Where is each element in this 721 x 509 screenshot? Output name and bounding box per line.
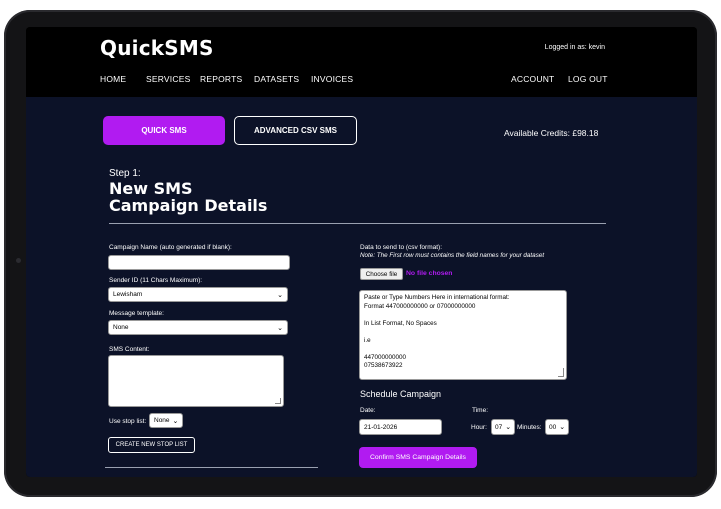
page-title: New SMS Campaign Details <box>109 180 267 214</box>
divider <box>109 223 606 224</box>
confirm-campaign-button[interactable]: Confirm SMS Campaign Details <box>359 447 477 468</box>
campaign-name-input[interactable] <box>108 255 290 270</box>
message-template-value: None <box>113 324 129 331</box>
schedule-campaign-title: Schedule Campaign <box>360 389 442 399</box>
message-template-label: Message template: <box>109 310 164 317</box>
page-title-line2: Campaign Details <box>109 196 268 215</box>
step-label: Step 1: <box>109 168 141 179</box>
numbers-line: Paste or Type Numbers Here in internatio… <box>364 294 510 301</box>
chevron-down-icon: ⌄ <box>172 417 179 425</box>
numbers-line: i.e <box>364 336 371 344</box>
date-label: Date: <box>360 407 376 414</box>
quicksms-logo[interactable]: QuickSMS <box>100 36 214 60</box>
resize-handle-icon[interactable] <box>275 398 281 404</box>
chevron-down-icon: ⌄ <box>277 291 283 299</box>
stop-list-label: Use stop list: <box>109 418 147 425</box>
numbers-line: Format 447000000000 or 07000000000 <box>364 302 476 310</box>
sender-id-value: Lewisham <box>113 291 143 298</box>
site-header: QuickSMS Logged in as: kevin HOME SERVIC… <box>26 27 697 97</box>
no-file-chosen: No file chosen <box>406 270 453 277</box>
campaign-name-label: Campaign Name (auto generated if blank): <box>109 244 232 251</box>
camera-dot <box>16 258 21 263</box>
app-screen: QuickSMS Logged in as: kevin HOME SERVIC… <box>26 27 697 477</box>
time-label: Time: <box>472 407 489 414</box>
hour-value: 07 <box>495 423 503 431</box>
available-credits: Available Credits: £98.18 <box>504 128 599 138</box>
stop-list-select[interactable]: None ⌄ <box>149 413 183 428</box>
nav-datasets[interactable]: DATASETS <box>254 74 299 84</box>
main-content: QUICK SMS ADVANCED CSV SMS Available Cre… <box>26 97 697 477</box>
chevron-down-icon: ⌄ <box>277 324 283 332</box>
divider <box>105 467 318 468</box>
quick-sms-tab[interactable]: QUICK SMS <box>103 116 225 145</box>
page-title-line1: New SMS <box>109 179 193 198</box>
nav-logout[interactable]: LOG OUT <box>568 74 608 84</box>
create-stop-list-button[interactable]: CREATE NEW STOP LIST <box>108 437 195 453</box>
sms-content-textarea[interactable] <box>108 355 284 407</box>
numbers-line <box>364 328 562 337</box>
numbers-line: 447000000000 <box>364 353 407 361</box>
data-label: Data to send to (csv format): <box>360 244 443 251</box>
nav-home[interactable]: HOME <box>100 74 126 84</box>
minutes-select[interactable]: 00 ⌄ <box>545 419 569 435</box>
numbers-line <box>364 345 562 354</box>
numbers-line <box>364 311 562 320</box>
minutes-value: 00 <box>549 423 557 431</box>
stop-list-value: None <box>154 417 170 424</box>
resize-handle-icon[interactable] <box>558 367 564 377</box>
chevron-down-icon: ⌄ <box>505 424 512 431</box>
sender-id-select[interactable]: Lewisham ⌄ <box>108 287 288 302</box>
nav-invoices[interactable]: INVOICES <box>311 74 353 84</box>
numbers-line: 07538673922 <box>364 362 403 369</box>
date-input[interactable]: 21-01-2026 <box>359 419 442 435</box>
data-note: Note: The First row must contains the fi… <box>360 252 545 259</box>
chevron-down-icon: ⌄ <box>559 424 566 431</box>
choose-file-button[interactable]: Choose file <box>360 268 403 280</box>
nav-account[interactable]: ACCOUNT <box>511 74 554 84</box>
nav-reports[interactable]: REPORTS <box>200 74 242 84</box>
minutes-label: Minutes: <box>517 424 542 431</box>
sender-id-label: Sender ID (11 Chars Maximum): <box>109 277 203 284</box>
hour-label: Hour: <box>471 424 487 431</box>
nav-services[interactable]: SERVICES <box>146 74 190 84</box>
numbers-line: In List Format, No Spaces <box>364 319 437 327</box>
sms-content-label: SMS Content: <box>109 346 150 353</box>
hour-select[interactable]: 07 ⌄ <box>491 419 515 435</box>
logged-in-status: Logged in as: kevin <box>544 44 605 51</box>
message-template-select[interactable]: None ⌄ <box>108 320 288 335</box>
advanced-csv-sms-tab[interactable]: ADVANCED CSV SMS <box>234 116 357 145</box>
numbers-textarea[interactable]: Paste or Type Numbers Here in internatio… <box>359 290 567 380</box>
